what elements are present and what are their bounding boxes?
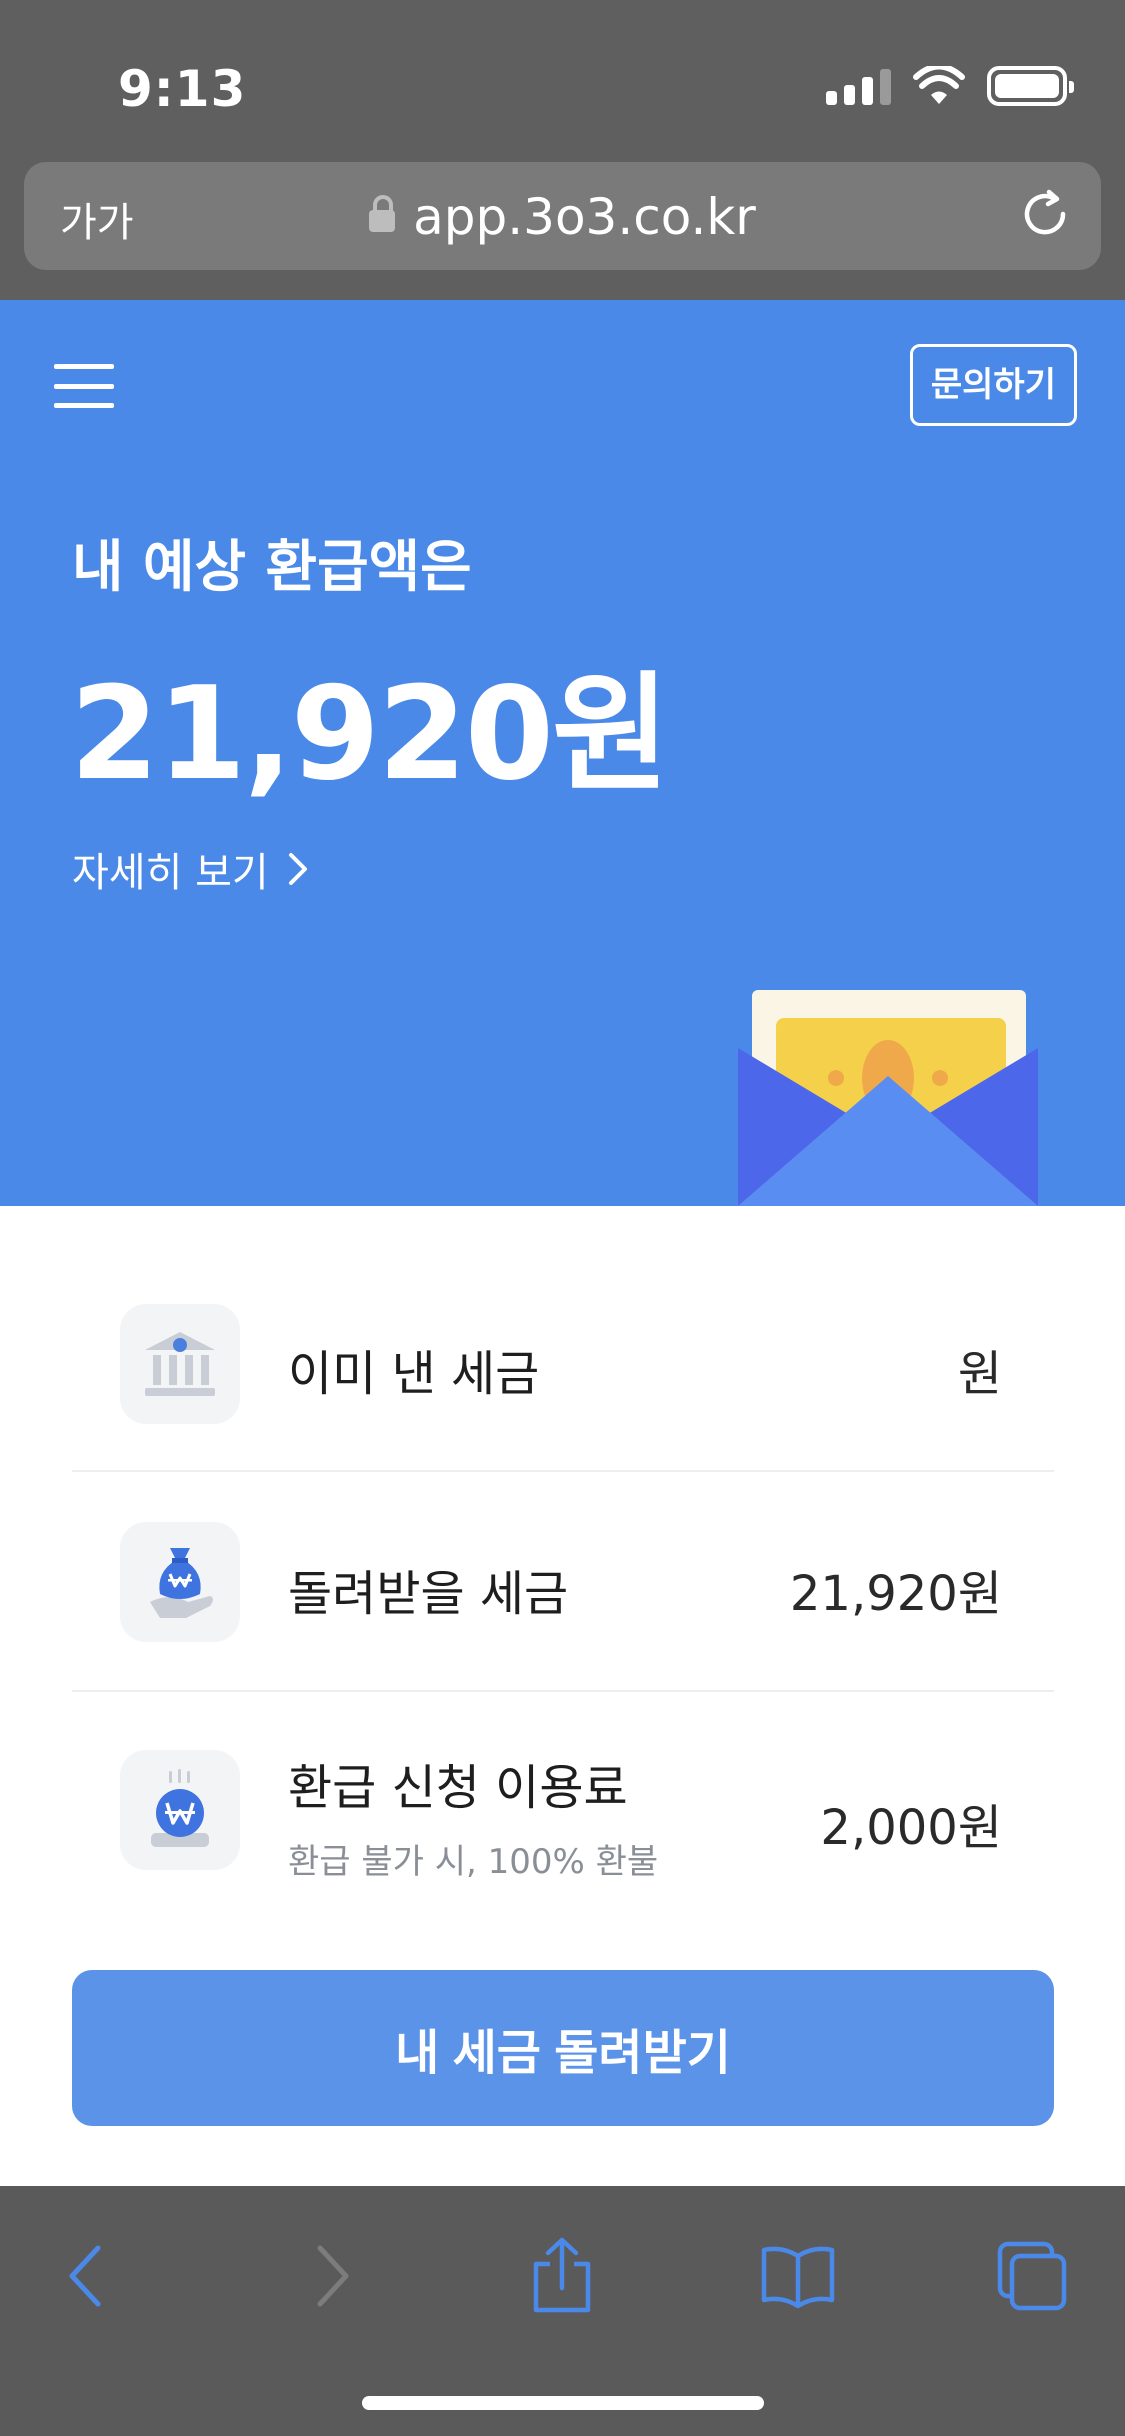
get-refund-button[interactable]: 내 세금 돌려받기	[72, 1970, 1054, 2126]
service-fee-value: 2,000원	[820, 1800, 1002, 1856]
bookmarks-icon[interactable]	[758, 2236, 838, 2316]
won-coin-icon	[120, 1750, 240, 1870]
reload-icon[interactable]	[1019, 188, 1071, 240]
inquire-button[interactable]: 문의하기	[909, 344, 1077, 426]
tabs-icon[interactable]	[992, 2236, 1072, 2316]
battery-icon	[987, 66, 1074, 106]
back-icon[interactable]	[48, 2236, 128, 2316]
url-value: app.3o3.co.kr	[413, 188, 756, 246]
bank-icon	[120, 1304, 240, 1424]
money-bag-icon	[120, 1522, 240, 1642]
paid-tax-label: 이미 낸 세금	[288, 1346, 540, 1402]
status-time: 9:13	[118, 60, 247, 118]
refund-hero: 문의하기 내 예상 환급액은 21,920원 자세히 보기	[0, 300, 1125, 1206]
browser-top-chrome: 9:13 가가 app.3o3.co.kr	[0, 0, 1125, 300]
list-item[interactable]: 돌려받을 세금 21,920원	[72, 1472, 1054, 1692]
status-icons	[826, 66, 1074, 106]
menu-icon[interactable]	[54, 364, 114, 408]
list-item[interactable]: 이미 낸 세금 원	[72, 1206, 1054, 1472]
detail-link-label: 자세히 보기	[72, 850, 269, 896]
wifi-icon	[913, 66, 965, 104]
forward-icon[interactable]	[290, 2236, 370, 2316]
list-item[interactable]: 환급 신청 이용료 환급 불가 시, 100% 환불 2,000원	[72, 1692, 1054, 1932]
hero-label: 내 예상 환급액은	[72, 535, 472, 600]
refund-amount: 21,920원	[70, 660, 670, 809]
cellular-signal-icon	[826, 67, 891, 105]
service-fee-label: 환급 신청 이용료	[288, 1760, 628, 1816]
service-fee-note: 환급 불가 시, 100% 환불	[288, 1842, 659, 1882]
url-text[interactable]: app.3o3.co.kr	[24, 188, 1101, 246]
paid-tax-value: 원	[957, 1346, 1002, 1402]
refund-summary-list: 이미 낸 세금 원 돌려받을 세금 21,920원 환급 신청 이용료 환급 불…	[72, 1206, 1054, 1932]
detail-link[interactable]: 자세히 보기	[72, 840, 309, 898]
home-indicator	[362, 2396, 764, 2410]
money-envelope-illustration	[738, 990, 1038, 1206]
refundable-tax-value: 21,920원	[789, 1566, 1002, 1622]
chevron-right-icon	[288, 853, 307, 885]
refundable-tax-label: 돌려받을 세금	[288, 1566, 569, 1622]
url-bar[interactable]: 가가 app.3o3.co.kr	[24, 162, 1101, 270]
share-icon[interactable]	[522, 2236, 602, 2316]
lock-icon	[369, 195, 396, 232]
